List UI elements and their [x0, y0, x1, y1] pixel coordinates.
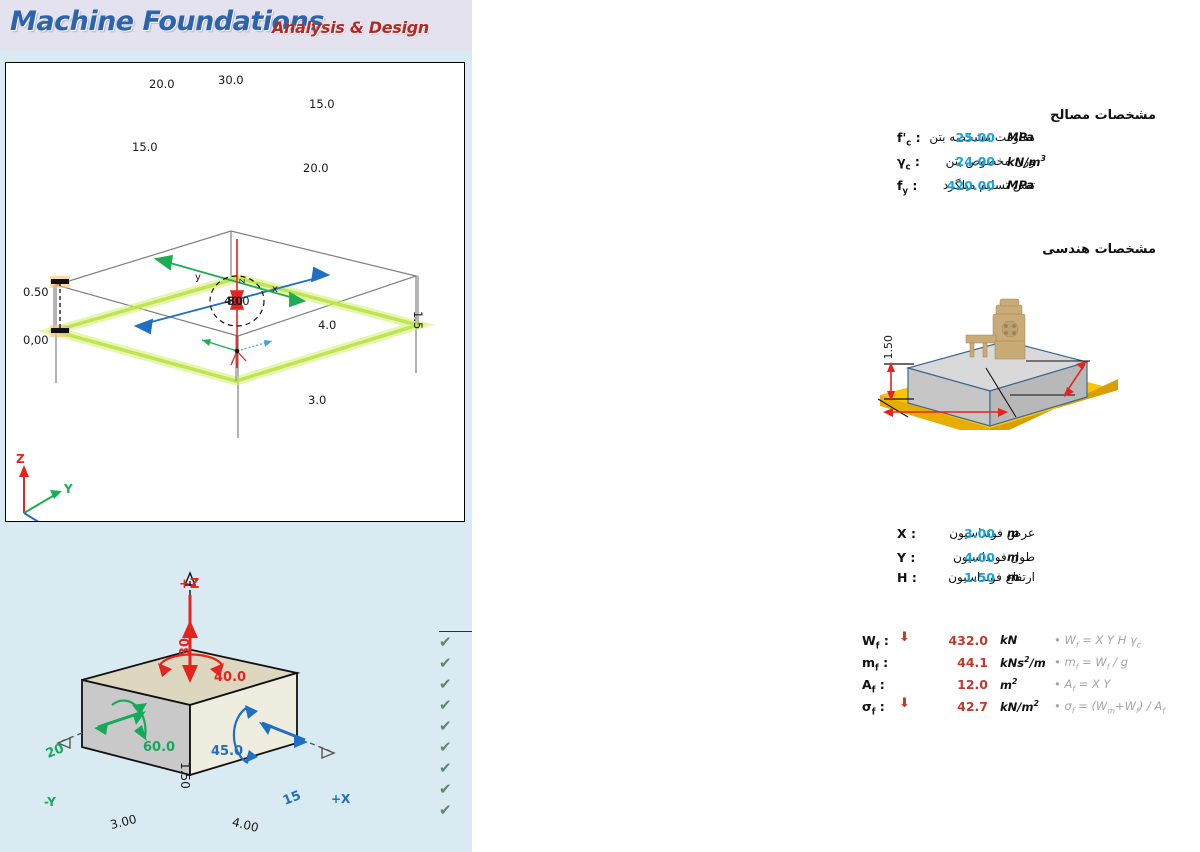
- wf-dim-edge-x: 3.0: [308, 393, 327, 407]
- left-panel: Z Y X 20.0 30.0 15.0 15.0 20.0 40.0 80 4…: [0, 50, 679, 852]
- geometry-unit: m: [1007, 570, 1019, 584]
- result-unit: kN: [1000, 633, 1018, 647]
- elevation-marker: [50, 276, 70, 337]
- material-row-gammac: وزن مخصوص بتن γc : 24.00 kN/m3: [472, 154, 1200, 173]
- diagram-dim-height: 1.50: [882, 335, 895, 360]
- result-symbol: mf :: [862, 655, 889, 674]
- geometry-unit: m: [1007, 526, 1019, 540]
- geometry-symbol: H :: [897, 570, 917, 585]
- geometry-value: 1.50: [964, 570, 995, 585]
- material-symbol: γc :: [897, 154, 920, 173]
- force-moment-x: 45.0: [211, 744, 244, 759]
- wireframe-svg: Z Y X: [16, 230, 435, 521]
- result-value: 432.0: [948, 633, 988, 648]
- geometry-row-x: عرض فونداسیون X : 3.00 m: [472, 526, 1200, 544]
- result-row-af: Af : 12.0 m2 • Af = X Y: [472, 677, 1200, 696]
- result-row-sigmaf: σf : ⬇ 42.7 kN/m2 • σf = (Wm+Wf) / Af: [472, 696, 1200, 718]
- wf-elev-bottom: 0,00: [23, 333, 49, 347]
- result-value: 44.1: [957, 655, 988, 670]
- geometry-value: 3.00: [964, 526, 995, 541]
- report-sheet: مشخصات فونداسیون مشخصات مصالح مقاومت مشخ…: [472, 0, 1200, 852]
- wf-dim-mid-right: 20.0: [303, 161, 329, 175]
- material-value: 24.00: [955, 154, 995, 169]
- app-header: Machine Foundations Analysis & Design: [0, 0, 472, 52]
- wf-local-axis-z: z: [236, 278, 247, 284]
- wf-dim-center-moment: 80: [227, 294, 244, 308]
- result-value: 42.7: [957, 699, 988, 714]
- geometry-value: 4.00: [964, 550, 995, 565]
- result-formula: • Af = X Y: [1054, 677, 1111, 694]
- material-value: 420.00: [946, 178, 995, 193]
- material-row-fc: مقاومت مشخصه بتن f'c : 25.00 MPa: [472, 130, 1200, 149]
- down-arrow-icon: ⬇: [899, 630, 910, 645]
- result-formula: • Wf = X Y H γc: [1054, 633, 1142, 650]
- down-arrow-icon: ⬇: [899, 696, 910, 711]
- result-unit: m2: [1000, 677, 1018, 692]
- result-row-wf: Wf : ⬇ 432.0 kN • Wf = X Y H γc: [472, 630, 1200, 652]
- material-unit: MPa: [1007, 178, 1034, 192]
- result-value: 12.0: [957, 677, 988, 692]
- force-moment-y: 60.0: [143, 740, 176, 755]
- geometry-row-y: طول فونداسیون Y : 4.00 m: [472, 550, 1200, 568]
- wf-local-axis-x: x: [272, 284, 278, 295]
- wf-dim-top-left: 20.0: [149, 77, 175, 91]
- check-icon: ✔: [439, 717, 452, 735]
- force-value-z: 30: [178, 638, 193, 657]
- geometry-symbol: Y :: [897, 550, 916, 565]
- wf-elev-top: 0.50: [23, 285, 49, 299]
- check-icon: ✔: [439, 801, 452, 819]
- check-icon: ✔: [439, 759, 452, 777]
- force-axis-pos-x: +X: [331, 792, 351, 806]
- check-icon: ✔: [439, 654, 452, 672]
- check-icon: ✔: [439, 738, 452, 756]
- wf-dim-top-mid: 30.0: [218, 73, 244, 87]
- result-symbol: Wf :: [862, 633, 889, 652]
- materials-heading: مشخصات مصالح: [1050, 108, 1156, 123]
- wf-dim-top-right: 15.0: [309, 97, 335, 111]
- force-dim-h: 1.50: [178, 762, 192, 789]
- force-axis-neg-y: -Y: [44, 795, 56, 809]
- force-moment-z: 40.0: [214, 670, 247, 685]
- result-unit: kNs2/m: [1000, 655, 1046, 670]
- material-symbol: f'c :: [897, 130, 921, 149]
- wf-dim-edge-y: 4.0: [318, 318, 337, 332]
- axis-label-z: Z: [16, 452, 25, 466]
- geometry-symbol: X :: [897, 526, 916, 541]
- geometry-row-h: ارتفاع فونداسیون H : 1.50 m: [472, 570, 1200, 588]
- wf-dim-height: 1.5: [411, 311, 425, 330]
- result-unit: kN/m2: [1000, 699, 1039, 714]
- material-unit: MPa: [1007, 130, 1034, 144]
- geometry-heading: مشخصات هندسی: [1042, 242, 1156, 257]
- wf-dim-mid-left: 15.0: [132, 140, 158, 154]
- check-icon: ✔: [439, 675, 452, 693]
- app-subtitle: Analysis & Design: [272, 18, 429, 37]
- foundation-diagram: [877, 298, 1118, 430]
- check-icon: ✔: [439, 696, 452, 714]
- force-axis-pos-z: +Z: [179, 577, 200, 592]
- geometry-unit: m: [1007, 550, 1019, 564]
- material-unit: kN/m3: [1007, 154, 1046, 169]
- check-icon: ✔: [439, 633, 452, 651]
- axis-label-y: Y: [63, 482, 73, 496]
- material-value: 25.00: [955, 130, 995, 145]
- wireframe-viewport[interactable]: Z Y X 20.0 30.0 15.0 15.0 20.0 40.0 80 4…: [5, 62, 465, 522]
- result-row-mf: mf : 44.1 kNs2/m • mf = Wf / g: [472, 655, 1200, 674]
- result-symbol: σf :: [862, 699, 885, 718]
- result-formula: • mf = Wf / g: [1054, 655, 1129, 672]
- material-symbol: fy :: [897, 178, 918, 197]
- result-symbol: Af :: [862, 677, 885, 696]
- wf-local-axis-y: y: [195, 272, 201, 283]
- check-icon: ✔: [439, 780, 452, 798]
- axis-triad: [19, 465, 62, 521]
- result-formula: • σf = (Wm+Wf) / Af: [1054, 699, 1166, 716]
- material-row-fy: تنش تسلیم میلگرد fy : 420.00 MPa: [472, 178, 1200, 197]
